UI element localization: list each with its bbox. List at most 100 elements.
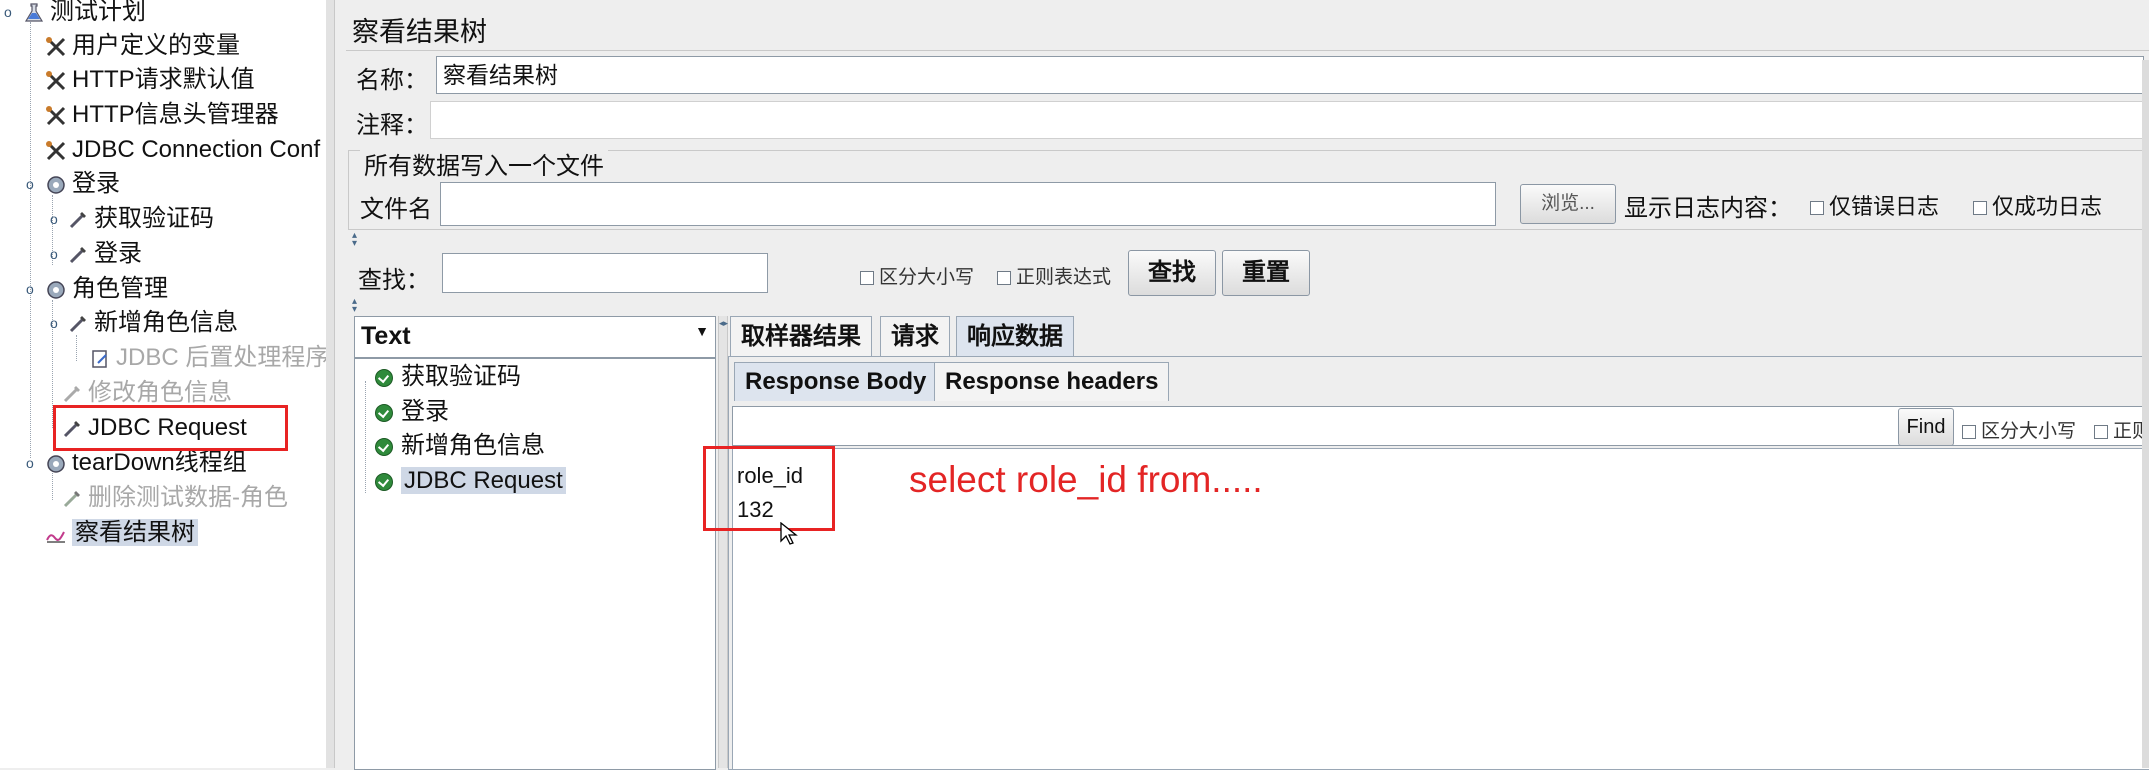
tab-response-body[interactable]: Response Body — [734, 362, 938, 401]
pipette-icon — [60, 487, 84, 511]
tree-node-user-variables[interactable]: 用户定义的变量 — [44, 30, 240, 62]
response-regex-checkbox[interactable]: 正则 — [2094, 416, 2149, 443]
collapse-toggle-icon[interactable]: o — [26, 168, 34, 200]
flask-icon — [22, 1, 46, 25]
case-sensitive-label: 区分大小写 — [879, 267, 975, 288]
gear-icon — [44, 173, 68, 197]
success-check-icon — [375, 437, 393, 456]
pipette-icon — [66, 243, 90, 267]
result-item-label: JDBC Request — [401, 467, 566, 494]
expand-toggle-icon[interactable]: o — [50, 238, 58, 270]
search-input[interactable] — [442, 253, 768, 293]
log-content-label: 显示日志内容： — [1624, 195, 1792, 222]
tree-node-test-plan[interactable]: o 测试计划 — [2, 0, 146, 28]
pipette-icon — [60, 382, 84, 406]
response-case-checkbox[interactable]: 区分大小写 — [1962, 416, 2076, 443]
tree-node-http-header-manager[interactable]: HTTP信息头管理器 — [44, 99, 279, 131]
checkbox-box[interactable] — [1973, 201, 1987, 216]
wrench-icon — [44, 35, 68, 59]
filename-input[interactable] — [440, 182, 1496, 226]
mouse-cursor-icon — [780, 521, 798, 551]
list-item[interactable]: 登录 — [375, 396, 449, 428]
collapse-toggle-icon[interactable]: o — [4, 0, 12, 28]
pipette-icon — [66, 208, 90, 232]
highlight-box — [703, 446, 835, 531]
file-section-title: 所有数据写入一个文件 — [360, 146, 608, 181]
regex-label: 正则表达式 — [1016, 267, 1112, 288]
tab-response-data[interactable]: 响应数据 — [956, 316, 1074, 357]
find-button[interactable]: 查找 — [1128, 250, 1216, 296]
renderer-select-value: Text — [361, 322, 411, 350]
results-splitter[interactable]: ◂▸ — [718, 316, 728, 768]
comment-input[interactable] — [430, 101, 2144, 139]
panel-title: 察看结果树 — [352, 17, 487, 47]
name-input-value: 察看结果树 — [443, 62, 558, 88]
results-list[interactable]: 获取验证码 登录 新增角色信息 JDBC Request — [354, 358, 716, 770]
name-label: 名称： — [356, 67, 428, 94]
filename-label: 文件名 — [360, 196, 432, 223]
checkbox-box[interactable] — [997, 270, 1011, 285]
wrench-icon — [44, 69, 68, 93]
collapse-toggle-icon[interactable]: o — [26, 273, 34, 305]
success-only-label: 仅成功日志 — [1992, 194, 2103, 219]
tree-node-get-captcha[interactable]: o 获取验证码 — [50, 203, 214, 235]
checkbox-box[interactable] — [860, 270, 874, 285]
errors-only-label: 仅错误日志 — [1829, 194, 1940, 219]
tree-node-jdbc-connection[interactable]: JDBC Connection Conf — [44, 134, 320, 166]
checkbox-box[interactable] — [1810, 201, 1824, 216]
tree-node-http-defaults[interactable]: HTTP请求默认值 — [44, 64, 255, 96]
tree-node-jdbc-postprocessor[interactable]: JDBC 后置处理程序 — [88, 342, 329, 374]
highlight-box — [53, 405, 288, 451]
test-plan-tree[interactable]: o 测试计划 用户定义的变量 HTTP请求默认值 HTTP信息头管理器 JDBC… — [0, 0, 329, 768]
view-results-tree-panel: 察看结果树 名称： 察看结果树 注释： 所有数据写入一个文件 文件名 浏览...… — [342, 0, 2149, 770]
tree-node-view-results-tree[interactable]: 察看结果树 — [44, 517, 198, 549]
errors-only-checkbox[interactable]: 仅错误日志 — [1810, 189, 1939, 221]
list-item[interactable]: JDBC Request — [375, 465, 566, 497]
checkbox-box[interactable] — [2094, 424, 2108, 439]
split-arrows-icon[interactable]: ◂▸ — [719, 318, 728, 329]
split-arrows-icon[interactable]: ▴ ▾ — [352, 297, 357, 315]
chart-icon — [44, 522, 68, 546]
tab-sampler-result[interactable]: 取样器结果 — [730, 316, 872, 357]
wrench-icon — [44, 139, 68, 163]
result-item-label: 新增角色信息 — [401, 432, 545, 459]
tab-request[interactable]: 请求 — [880, 316, 950, 357]
response-find-button[interactable]: Find — [1898, 408, 1954, 446]
tree-node-teardown-group[interactable]: o tearDown线程组 — [26, 447, 247, 479]
pipette-icon — [66, 312, 90, 336]
list-item[interactable]: 新增角色信息 — [375, 430, 545, 462]
tree-node-login-request[interactable]: o 登录 — [50, 238, 142, 270]
list-item[interactable]: 获取验证码 — [375, 361, 521, 393]
name-input[interactable]: 察看结果树 — [436, 56, 2144, 94]
response-body-area[interactable]: role_id 132 select role_id from..... — [732, 448, 2149, 770]
regex-checkbox[interactable]: 正则表达式 — [997, 262, 1111, 289]
search-label: 查找： — [358, 267, 430, 294]
result-item-label: 获取验证码 — [401, 363, 521, 390]
collapse-toggle-icon[interactable]: o — [26, 447, 34, 479]
wrench-icon — [44, 104, 68, 128]
tree-node-add-role[interactable]: o 新增角色信息 — [50, 307, 238, 339]
split-arrows-icon[interactable]: ▴ ▾ — [352, 231, 357, 249]
success-check-icon — [375, 368, 393, 387]
tree-node-role-management[interactable]: o 角色管理 — [26, 273, 168, 305]
gear-icon — [44, 452, 68, 476]
success-only-checkbox[interactable]: 仅成功日志 — [1973, 189, 2102, 221]
tree-splitter[interactable] — [326, 0, 335, 768]
response-case-label: 区分大小写 — [1981, 421, 2077, 442]
reset-button[interactable]: 重置 — [1222, 250, 1310, 296]
case-sensitive-checkbox[interactable]: 区分大小写 — [860, 262, 974, 289]
chevron-down-icon[interactable]: ▼ — [695, 323, 709, 339]
tab-response-headers[interactable]: Response headers — [934, 362, 1170, 401]
gear-icon — [44, 278, 68, 302]
expand-toggle-icon[interactable]: o — [50, 203, 58, 235]
checkbox-box[interactable] — [1962, 424, 1976, 439]
renderer-select[interactable]: Text ▼ — [354, 316, 716, 358]
browse-button[interactable]: 浏览... — [1520, 184, 1616, 224]
annotation-text: select role_id from..... — [909, 459, 1263, 500]
collapse-toggle-icon[interactable]: o — [50, 307, 58, 339]
tree-node-delete-test-data[interactable]: 删除测试数据-角色 — [60, 482, 288, 514]
result-item-label: 登录 — [401, 398, 449, 425]
tree-node-login-group[interactable]: o 登录 — [26, 168, 120, 200]
script-icon — [88, 347, 112, 371]
vertical-scrollbar[interactable] — [2142, 60, 2149, 768]
